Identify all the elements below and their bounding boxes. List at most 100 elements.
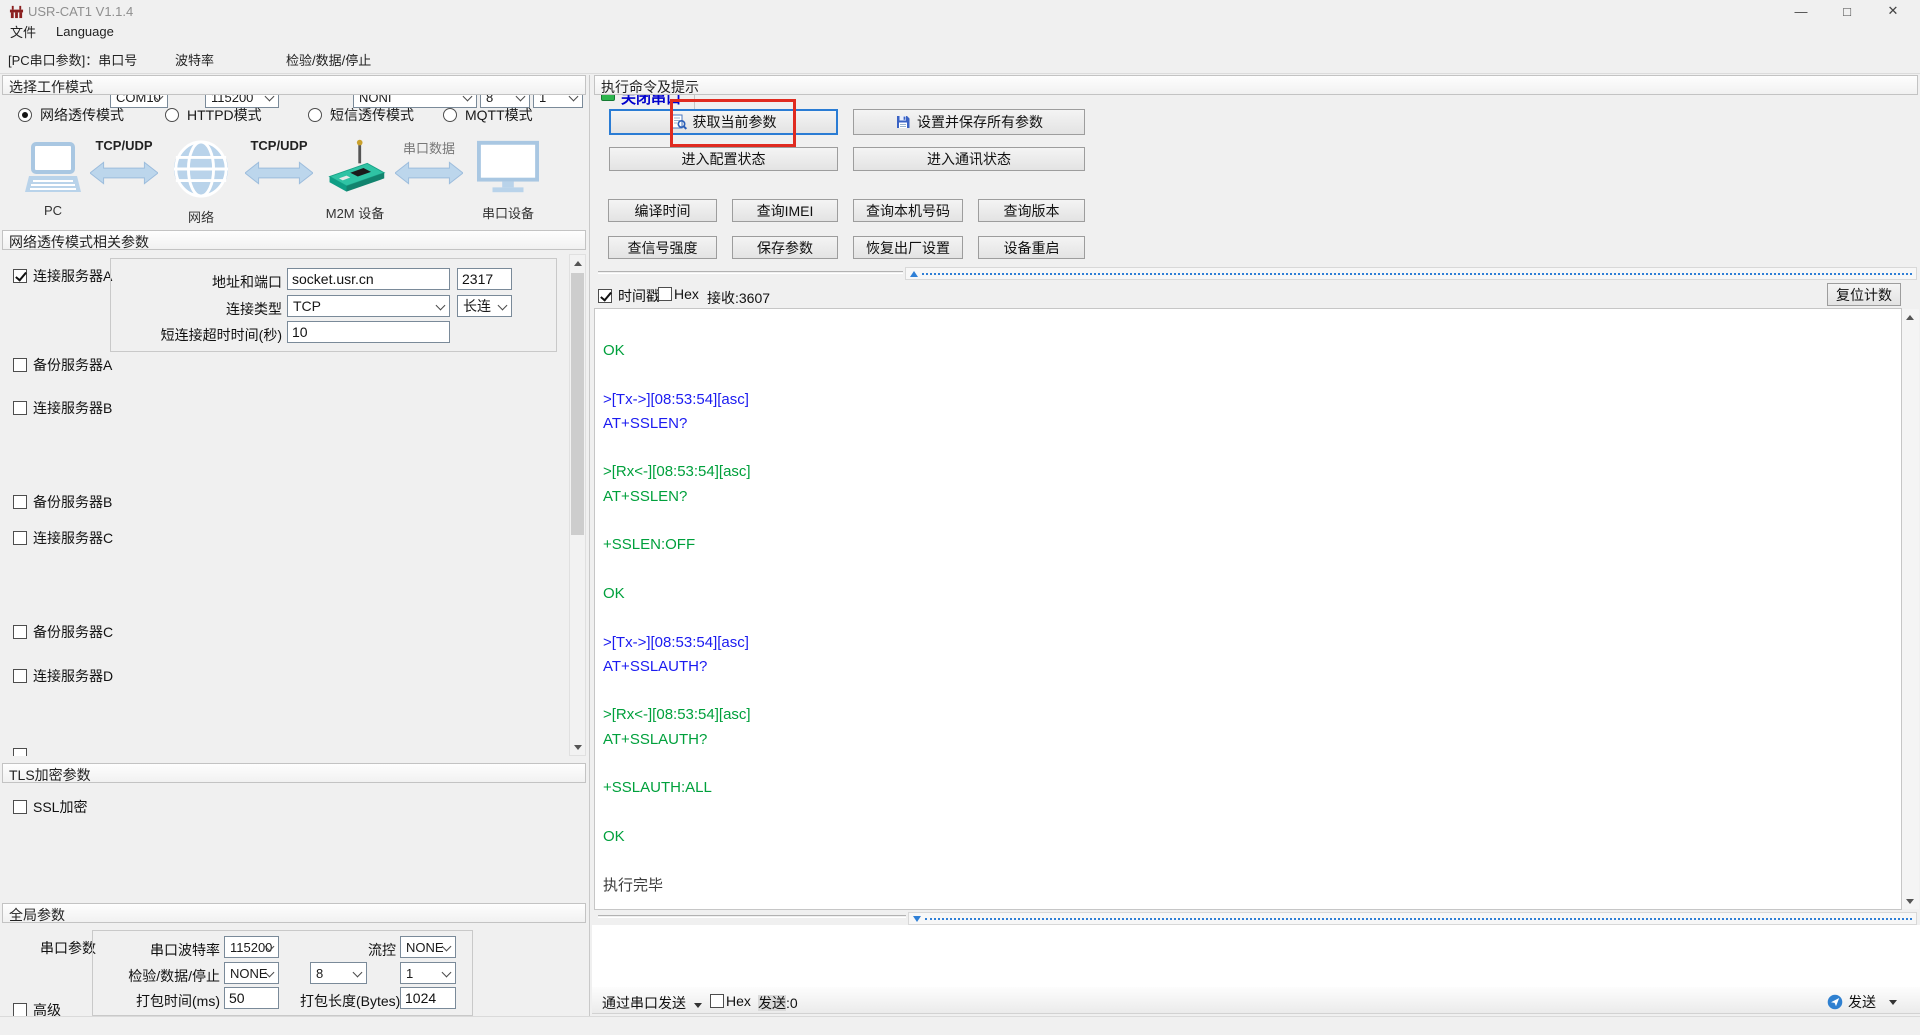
serial-stop-bits-select[interactable]: 1 <box>400 962 456 984</box>
radio-icon <box>18 108 32 122</box>
conn-type-select[interactable]: TCP <box>287 295 450 317</box>
send-button[interactable]: 发送 <box>1827 992 1897 1012</box>
minimize-button[interactable]: — <box>1778 0 1824 22</box>
separator-line <box>598 271 903 274</box>
receive-log[interactable]: OK >[Tx->][08:53:54][asc] AT+SSLEN? >[Rx<-]… <box>594 308 1902 910</box>
radio-icon <box>308 108 322 122</box>
log-line: +SSLAUTH:ALL <box>603 779 712 797</box>
log-scrollbar[interactable] <box>1902 309 1919 909</box>
panel-divider[interactable] <box>589 75 590 1016</box>
arrow-left-right-icon <box>245 161 313 185</box>
work-mode-radio[interactable]: MQTT模式 <box>443 105 533 125</box>
flow-control-select[interactable]: NONE <box>400 936 456 958</box>
command-button[interactable]: 查信号强度 <box>608 236 717 259</box>
work-mode-radio[interactable]: 网络透传模式 <box>18 105 124 125</box>
checkbox-icon <box>13 800 27 814</box>
pack-time-input[interactable] <box>224 987 279 1009</box>
collapse-up-icon[interactable] <box>910 270 918 277</box>
recv-hex-checkbox[interactable]: Hex <box>658 286 699 302</box>
checkbox-icon <box>13 269 27 283</box>
server-checkbox[interactable]: 连接服务器B <box>13 398 112 418</box>
command-button[interactable]: 查询本机号码 <box>853 199 963 222</box>
reset-counter-button[interactable]: 复位计数 <box>1827 283 1901 306</box>
command-button[interactable]: 查询IMEI <box>732 199 838 222</box>
diagram-link2-label: TCP/UDP <box>250 138 308 153</box>
send-icon <box>1827 994 1843 1010</box>
scroll-down-icon[interactable] <box>570 739 585 755</box>
enter-config-button[interactable]: 进入配置状态 <box>609 147 838 171</box>
scroll-up-icon[interactable] <box>1902 309 1917 325</box>
serial-baud-select[interactable]: 115200 <box>224 936 279 958</box>
get-params-button[interactable]: 获取当前参数 <box>609 109 838 135</box>
menu-item[interactable]: Language <box>46 24 124 39</box>
commands-header: 执行命令及提示 <box>594 75 1918 95</box>
command-button[interactable]: 编译时间 <box>608 199 717 222</box>
chevron-down-icon <box>352 967 363 978</box>
maximize-button[interactable]: □ <box>1824 0 1870 22</box>
log-line: OK <box>603 342 625 359</box>
log-bottom-splitter[interactable] <box>908 912 1917 925</box>
timestamp-checkbox[interactable]: 时间戳 <box>598 286 660 306</box>
command-button[interactable]: 保存参数 <box>732 236 838 259</box>
collapse-down-icon[interactable] <box>913 915 921 922</box>
log-line: 执行完毕 <box>603 876 664 894</box>
log-line: AT+SSLEN? <box>603 414 688 432</box>
recv-count-label: 接收:3607 <box>707 290 771 306</box>
scroll-up-icon[interactable] <box>570 255 585 271</box>
scroll-down-icon[interactable] <box>1902 893 1917 909</box>
diagram-link3-label: 串口数据 <box>402 141 455 156</box>
app-logo-icon <box>9 5 24 19</box>
titlebar: USR-CAT1 V1.1.4 — □ ✕ <box>0 0 1920 22</box>
set-save-params-button[interactable]: 设置并保存所有参数 <box>853 109 1085 135</box>
log-line: >[Rx<-][08:53:54][asc] <box>603 463 751 481</box>
serial-parity-select[interactable]: NONE <box>224 962 279 984</box>
close-button[interactable]: ✕ <box>1870 0 1916 22</box>
server-checkbox[interactable]: 备份服务器A <box>13 355 112 375</box>
command-button[interactable]: 恢复出厂设置 <box>853 236 963 259</box>
enter-comm-button[interactable]: 进入通讯状态 <box>853 147 1085 171</box>
timeout-input[interactable] <box>287 321 450 343</box>
keepalive-select[interactable]: 长连 <box>457 295 512 317</box>
log-line: +SSLEN:OFF <box>603 536 696 554</box>
ssl-checkbox[interactable]: SSL加密 <box>13 797 87 817</box>
serial-data-bits-select[interactable]: 8 <box>310 962 367 984</box>
log-line: OK <box>603 827 625 845</box>
diagram-node-m2m-label: M2M 设备 <box>325 206 385 221</box>
save-floppy-icon <box>897 116 910 128</box>
checkbox-icon <box>13 625 27 639</box>
work-mode-radio[interactable]: HTTPD模式 <box>165 105 262 125</box>
menubar: 文件 Language <box>0 22 1920 40</box>
server-a-checkbox[interactable]: 连接服务器A <box>13 266 112 286</box>
send-via-dropdown[interactable]: 通过串口发送 <box>602 993 702 1013</box>
port-input[interactable] <box>457 268 512 290</box>
radio-icon <box>165 108 179 122</box>
command-button[interactable]: 查询版本 <box>978 199 1085 222</box>
menu-item[interactable]: 文件 <box>0 22 46 41</box>
server-checkbox-partial[interactable] <box>13 748 27 756</box>
server-checkbox[interactable]: 备份服务器B <box>13 492 112 512</box>
scrollbar-thumb[interactable] <box>571 273 584 535</box>
left-panel-scrollbar[interactable] <box>569 254 586 756</box>
search-document-icon <box>671 114 687 130</box>
address-input[interactable] <box>287 268 450 290</box>
log-line: AT+SSLAUTH? <box>603 657 708 675</box>
log-line: >[Rx<-][08:53:54][asc] <box>603 706 751 724</box>
server-checkbox[interactable]: 连接服务器D <box>13 666 113 686</box>
window-title: USR-CAT1 V1.1.4 <box>28 4 134 19</box>
checkbox-icon <box>13 669 27 683</box>
server-checkbox[interactable]: 连接服务器C <box>13 528 113 548</box>
command-button[interactable]: 设备重启 <box>978 236 1085 259</box>
send-hex-checkbox[interactable]: Hex <box>710 993 751 1009</box>
server-checkbox[interactable]: 备份服务器C <box>13 622 113 642</box>
conn-type-label: 连接类型 <box>226 301 282 317</box>
chevron-down-icon <box>497 300 508 311</box>
pack-length-input[interactable] <box>400 987 456 1009</box>
pc-serial-label: [PC串口参数]：串口号 <box>8 53 138 68</box>
send-input-area[interactable] <box>592 925 1920 987</box>
log-top-splitter[interactable] <box>905 267 1917 280</box>
work-mode-radio[interactable]: 短信透传模式 <box>308 105 414 125</box>
